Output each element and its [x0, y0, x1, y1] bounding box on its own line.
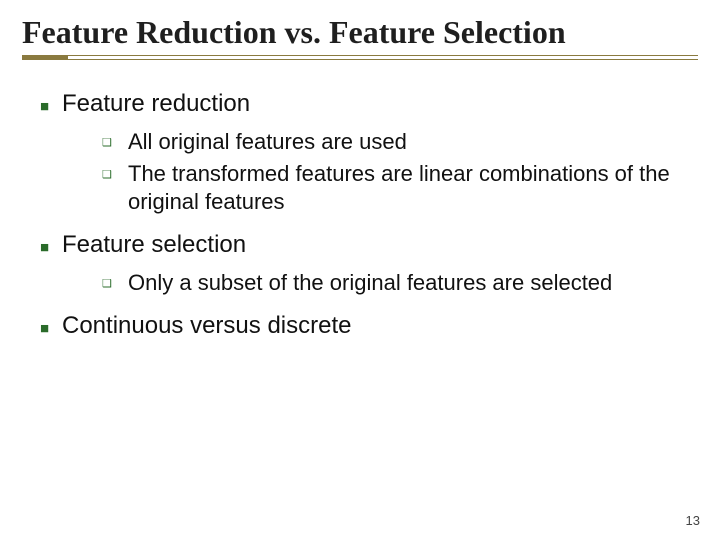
rule-accent: [22, 55, 68, 60]
hollow-square-bullet-icon: ❑: [102, 168, 128, 182]
list-item: ■ Feature selection: [40, 230, 692, 261]
square-bullet-icon: ■: [40, 97, 62, 116]
list-item-label: All original features are used: [128, 128, 692, 156]
page-number: 13: [686, 513, 700, 528]
sub-list: ❑ Only a subset of the original features…: [102, 269, 692, 297]
hollow-square-bullet-icon: ❑: [102, 277, 128, 291]
square-bullet-icon: ■: [40, 319, 62, 338]
list-item: ❑ Only a subset of the original features…: [102, 269, 692, 297]
sub-list: ❑ All original features are used ❑ The t…: [102, 128, 692, 216]
list-item-label: Only a subset of the original features a…: [128, 269, 692, 297]
list-item: ❑ All original features are used: [102, 128, 692, 156]
slide: Feature Reduction vs. Feature Selection …: [0, 0, 720, 540]
list-item: ❑ The transformed features are linear co…: [102, 160, 692, 216]
slide-title: Feature Reduction vs. Feature Selection: [22, 14, 698, 51]
rule-line-top: [22, 55, 698, 56]
list-item-label: Feature selection: [62, 230, 692, 261]
list-item-label: Feature reduction: [62, 89, 692, 120]
list-item: ■ Feature reduction: [40, 89, 692, 120]
rule-line-bottom: [22, 59, 698, 60]
hollow-square-bullet-icon: ❑: [102, 136, 128, 150]
list-item: ■ Continuous versus discrete: [40, 311, 692, 342]
title-rule: [22, 55, 698, 61]
list-item-label: Continuous versus discrete: [62, 311, 692, 342]
list-item-label: The transformed features are linear comb…: [128, 160, 692, 216]
square-bullet-icon: ■: [40, 238, 62, 257]
slide-content: ■ Feature reduction ❑ All original featu…: [22, 89, 698, 342]
